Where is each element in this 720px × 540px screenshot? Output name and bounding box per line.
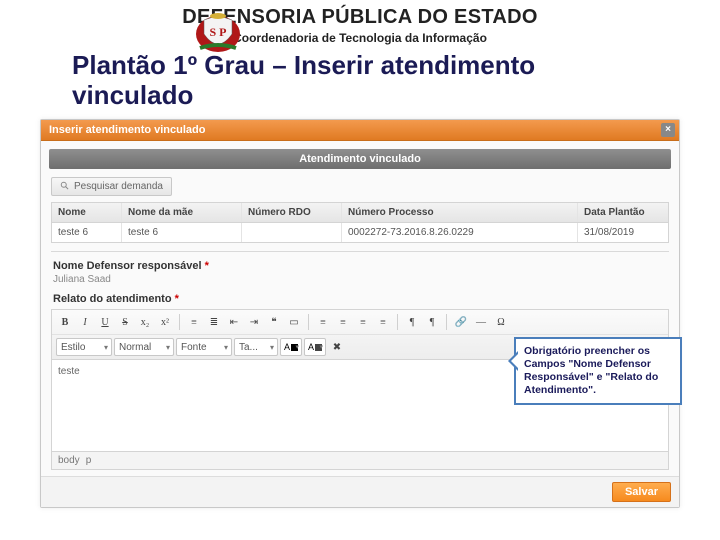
section-heading: Atendimento vinculado (49, 149, 671, 169)
divider (51, 251, 669, 252)
format-combo[interactable]: Normal (114, 338, 174, 356)
italic-button[interactable]: I (76, 313, 94, 331)
ordered-list-button[interactable]: ≡ (185, 313, 203, 331)
search-demanda-button[interactable]: Pesquisar demanda (51, 177, 172, 196)
instruction-callout: Obrigatório preencher os Campos "Nome De… (514, 337, 682, 406)
page-header: S P DEFENSORIA PÚBLICA DO ESTADO Coorden… (0, 0, 720, 47)
bg-color-button[interactable]: A (304, 338, 326, 356)
rtl-button[interactable]: ¶ (423, 313, 441, 331)
toolbar-separator (397, 314, 398, 330)
dept-subtitle: Coordenadoria de Tecnologia da Informaçã… (0, 31, 720, 45)
indent-button[interactable]: ⇥ (245, 313, 263, 331)
toolbar-separator (179, 314, 180, 330)
label-nome-defensor: Nome Defensor responsável * (53, 260, 667, 272)
modal-inserir-atendimento: Inserir atendimento vinculado × Atendime… (40, 119, 680, 509)
save-button[interactable]: Salvar (612, 482, 671, 502)
path-body[interactable]: body (58, 455, 80, 466)
col-nome[interactable]: Nome (52, 203, 122, 222)
grid-header: Nome Nome da mãe Número RDO Número Proce… (52, 203, 668, 223)
state-crest-icon: S P (190, 4, 246, 60)
special-char-button[interactable]: Ω (492, 313, 510, 331)
label-relato: Relato do atendimento * (53, 293, 667, 305)
close-icon[interactable]: × (661, 123, 675, 137)
outdent-button[interactable]: ⇤ (225, 313, 243, 331)
value-nome-defensor[interactable]: Juliana Saad (53, 274, 667, 285)
bold-button[interactable]: B (56, 313, 74, 331)
col-mae[interactable]: Nome da mãe (122, 203, 242, 222)
size-combo[interactable]: Ta... (234, 338, 278, 356)
subscript-button[interactable]: x₂ (136, 313, 154, 331)
modal-footer: Salvar (41, 476, 679, 507)
toolbar-separator (446, 314, 447, 330)
modal-title-bar: Inserir atendimento vinculado × (41, 120, 679, 141)
div-button[interactable]: ▭ (285, 313, 303, 331)
clear-format-button[interactable]: ✖ (328, 338, 346, 356)
search-icon (60, 181, 70, 191)
link-button[interactable]: 🔗 (452, 313, 470, 331)
org-title: DEFENSORIA PÚBLICA DO ESTADO (0, 6, 720, 29)
demanda-grid: Nome Nome da mãe Número RDO Número Proce… (51, 202, 669, 243)
style-combo[interactable]: Estilo (56, 338, 112, 356)
col-rdo[interactable]: Número RDO (242, 203, 342, 222)
ltr-button[interactable]: ¶ (403, 313, 421, 331)
hr-button[interactable]: — (472, 313, 490, 331)
unordered-list-button[interactable]: ≣ (205, 313, 223, 331)
superscript-button[interactable]: x² (156, 313, 174, 331)
blockquote-button[interactable]: ❝ (265, 313, 283, 331)
align-justify-button[interactable]: ≡ (374, 313, 392, 331)
align-center-button[interactable]: ≡ (334, 313, 352, 331)
strike-button[interactable]: S (116, 313, 134, 331)
align-right-button[interactable]: ≡ (354, 313, 372, 331)
underline-button[interactable]: U (96, 313, 114, 331)
font-combo[interactable]: Fonte (176, 338, 232, 356)
align-left-button[interactable]: ≡ (314, 313, 332, 331)
col-data[interactable]: Data Plantão (578, 203, 668, 222)
col-processo[interactable]: Número Processo (342, 203, 578, 222)
table-row[interactable]: teste 6 teste 6 0002272-73.2016.8.26.022… (52, 223, 668, 242)
page-title: Plantão 1º Grau – Inserir atendimento vi… (0, 47, 720, 115)
text-color-button[interactable]: A (280, 338, 302, 356)
toolbar-separator (308, 314, 309, 330)
path-p[interactable]: p (86, 455, 92, 466)
editor-path-bar: body p (51, 452, 669, 470)
svg-text:S P: S P (209, 25, 226, 39)
